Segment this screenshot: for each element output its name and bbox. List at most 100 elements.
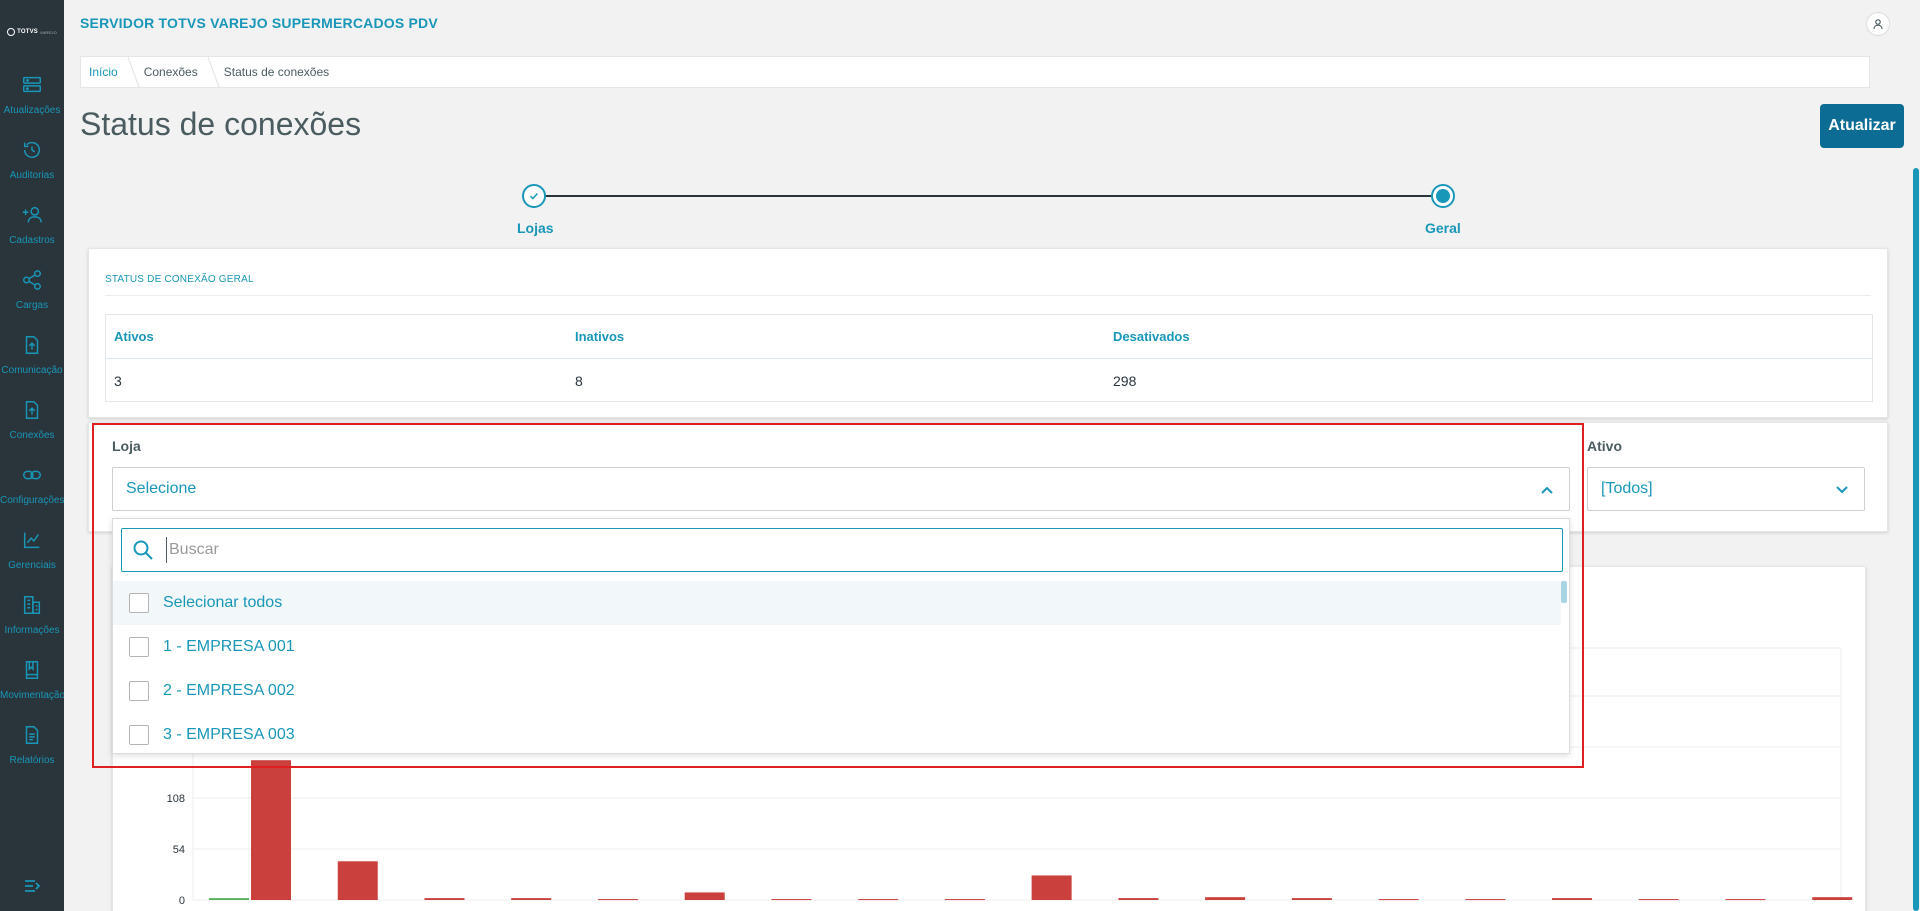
check-icon: [529, 192, 539, 200]
bar-inactive: [424, 898, 465, 900]
bar-inactive: [1725, 899, 1766, 901]
bar-inactive: [1291, 898, 1332, 900]
server-icon: [23, 76, 41, 93]
sidebar-item-gerenciais[interactable]: Gerenciais: [0, 529, 64, 589]
page-scrollbar[interactable]: [1913, 168, 1919, 911]
option-empresa-002[interactable]: 2 - EMPRESA 002: [113, 669, 1561, 713]
history-icon: [23, 141, 41, 158]
option-label: 2 - EMPRESA 002: [163, 682, 295, 699]
breadcrumb: Início Conexões Status de conexões: [80, 56, 1870, 88]
value-desativados: 298: [1113, 373, 1137, 389]
bar-inactive: [1031, 875, 1072, 900]
building-icon: [23, 596, 41, 614]
bar-inactive: [1552, 898, 1593, 900]
bar-inactive: [684, 892, 725, 900]
bar-active: [209, 898, 249, 900]
ativo-label: Ativo: [1587, 438, 1622, 454]
stepper-line: [545, 195, 1441, 197]
bar-inactive: [1638, 899, 1679, 901]
sidebar-item-comunicacao[interactable]: Comunicação: [0, 334, 64, 394]
checkbox[interactable]: [129, 681, 149, 701]
sidebar-item-cargas[interactable]: Cargas: [0, 269, 64, 329]
loja-label: Loja: [112, 438, 141, 454]
bar-inactive: [511, 898, 552, 900]
sidebar-item-conexoes[interactable]: Conexões: [0, 399, 64, 459]
file-upload-icon: [25, 336, 39, 354]
sidebar-item-relatorios[interactable]: Relatórios: [0, 724, 64, 784]
value-ativos: 3: [114, 373, 122, 389]
chevron-up-icon: [1541, 486, 1553, 494]
status-card-title: STATUS DE CONEXÃO GERAL: [105, 274, 254, 285]
y-tick-label: 0: [179, 895, 185, 907]
checkbox[interactable]: [129, 725, 149, 745]
bar-inactive: [1465, 899, 1506, 901]
sidebar-item-auditorias[interactable]: Auditorias: [0, 139, 64, 199]
collapse-menu-icon[interactable]: [22, 876, 42, 896]
app-title: SERVIDOR TOTVS VAREJO SUPERMERCADOS PDV: [80, 15, 438, 31]
status-card: STATUS DE CONEXÃO GERAL Ativos Inativos …: [88, 248, 1888, 418]
option-label: 1 - EMPRESA 001: [163, 638, 295, 655]
sidebar-item-cadastros[interactable]: Cadastros: [0, 204, 64, 264]
option-label: 3 - EMPRESA 003: [163, 726, 295, 743]
option-label: Selecionar todos: [163, 594, 283, 611]
dropdown-scrollbar[interactable]: [1561, 581, 1567, 603]
option-empresa-001[interactable]: 1 - EMPRESA 001: [113, 625, 1561, 669]
dropdown-search: [121, 528, 1563, 572]
y-tick-label: 54: [173, 844, 185, 856]
loja-select-value: Selecione: [126, 480, 197, 497]
status-table-header: Ativos Inativos Desativados: [106, 315, 1872, 359]
option-select-all[interactable]: Selecionar todos: [113, 581, 1561, 625]
totvs-logo: TOTVS VAREJO: [0, 20, 64, 44]
sidebar: TOTVS VAREJO Atualizações Auditorias Cada…: [0, 0, 64, 911]
loja-select[interactable]: Selecione: [112, 467, 1570, 511]
bar-inactive: [1205, 897, 1246, 900]
step-lojas[interactable]: [522, 184, 546, 208]
link-icon: [23, 470, 41, 480]
option-empresa-003[interactable]: 3 - EMPRESA 003: [113, 713, 1561, 757]
header-desativados: Desativados: [1113, 329, 1190, 344]
refresh-button[interactable]: Atualizar: [1820, 104, 1904, 148]
header-inativos: Inativos: [575, 329, 625, 344]
ativo-select[interactable]: [Todos]: [1587, 467, 1865, 511]
loja-dropdown: Selecionar todos 1 - EMPRESA 001 2 - EMP…: [112, 518, 1570, 754]
breadcrumb-inicio[interactable]: Início: [81, 57, 136, 87]
bar-inactive: [1118, 898, 1159, 900]
step-label-geral: Geral: [1425, 220, 1461, 236]
bar-inactive: [771, 899, 812, 901]
bar-inactive: [1378, 899, 1419, 901]
checkbox[interactable]: [129, 593, 149, 613]
chart-icon: [23, 532, 40, 549]
search-input[interactable]: [166, 537, 1546, 563]
bar-inactive: [597, 899, 638, 901]
step-geral[interactable]: [1431, 184, 1455, 208]
checkbox[interactable]: [129, 637, 149, 657]
add-user-icon: [22, 206, 42, 223]
bar-inactive: [944, 899, 985, 901]
bar-inactive: [858, 899, 899, 901]
user-icon: [1873, 19, 1883, 30]
header-ativos: Ativos: [114, 329, 154, 344]
chevron-down-icon: [1836, 486, 1848, 494]
document-icon: [25, 726, 39, 744]
sidebar-item-atualizacoes[interactable]: Atualizações: [0, 74, 64, 134]
step-label-lojas: Lojas: [517, 220, 554, 236]
file-upload-icon: [25, 401, 39, 419]
user-menu-button[interactable]: [1866, 12, 1890, 36]
ativo-select-value: [Todos]: [1601, 480, 1653, 497]
bar-inactive: [1812, 897, 1853, 900]
book-icon: [25, 661, 39, 679]
value-inativos: 8: [575, 373, 583, 389]
page-title: Status de conexões: [80, 106, 362, 142]
status-table: Ativos Inativos Desativados 3 8 298: [105, 314, 1873, 402]
table-row: 3 8 298: [106, 359, 1872, 403]
bar-inactive: [251, 760, 291, 900]
sidebar-item-configuracoes[interactable]: Configurações: [0, 464, 64, 524]
breadcrumb-conexoes[interactable]: Conexões: [136, 57, 216, 87]
y-tick-label: 108: [167, 793, 185, 805]
sidebar-item-informacoes[interactable]: Informações: [0, 594, 64, 654]
divider: [105, 295, 1871, 296]
share-icon: [23, 270, 41, 290]
bar-inactive: [337, 861, 378, 900]
search-icon: [133, 540, 153, 560]
sidebar-item-movimentacao[interactable]: Movimentação: [0, 659, 64, 719]
